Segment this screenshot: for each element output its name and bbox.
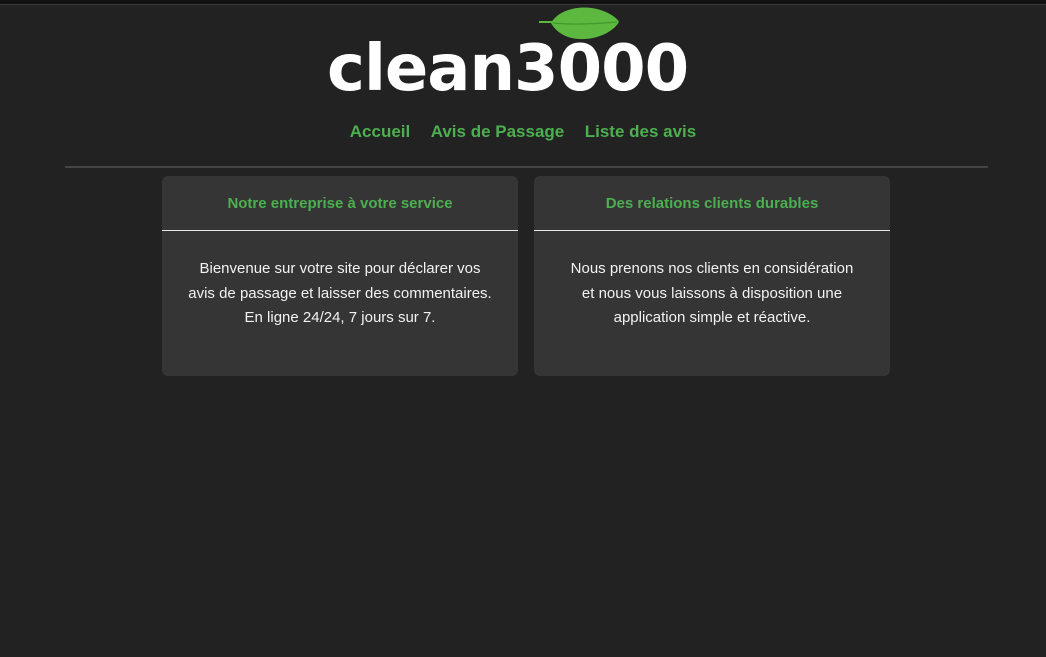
- card-body: Bienvenue sur votre site pour déclarer v…: [162, 231, 518, 331]
- card-text-line: Bienvenue sur votre site pour déclarer v…: [199, 260, 481, 277]
- nav-link-avis-de-passage[interactable]: Avis de Passage: [431, 120, 565, 144]
- brand-logo[interactable]: clean3000: [327, 6, 689, 104]
- brand-name: clean3000: [327, 32, 689, 106]
- card-title: Notre entreprise à votre service: [162, 176, 518, 231]
- card-text-line: application simple et réactive.: [613, 309, 811, 326]
- card-text-line: Nous prenons nos clients en considératio…: [570, 260, 854, 277]
- card-text-line: et nous vous laissons à disposition une: [581, 284, 843, 302]
- nav-link-accueil[interactable]: Accueil: [350, 120, 410, 144]
- card-body: Nous prenons nos clients en considératio…: [534, 231, 890, 331]
- window-top-border: [0, 0, 1046, 5]
- nav-link-liste-des-avis[interactable]: Liste des avis: [585, 120, 697, 144]
- header-divider: [65, 166, 988, 168]
- card-title: Des relations clients durables: [534, 176, 890, 231]
- card-text-line: avis de passage et laisser des commentai…: [188, 284, 492, 302]
- card-text-line: En ligne 24/24, 7 jours sur 7.: [244, 309, 436, 326]
- main-nav: Accueil Avis de Passage Liste des avis: [0, 120, 1046, 144]
- card-relations-clients: Des relations clients durables Nous pren…: [534, 176, 890, 376]
- card-entreprise: Notre entreprise à votre service Bienven…: [162, 176, 518, 376]
